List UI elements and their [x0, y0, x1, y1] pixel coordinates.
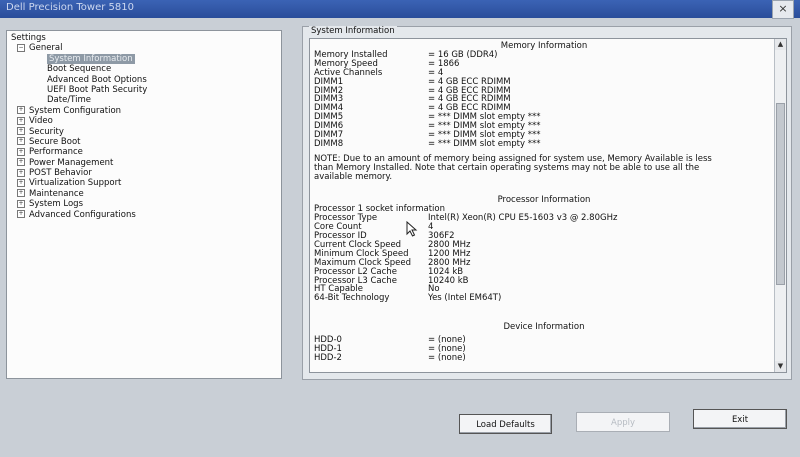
information-scroll-area[interactable]: Memory Information Memory Installed = 16 …: [309, 38, 787, 373]
device-row: HDD-0 = (none): [314, 336, 774, 345]
apply-button[interactable]: Apply: [576, 412, 670, 432]
sidebar-item-maintenance[interactable]: + Maintenance: [11, 189, 147, 199]
information-content: Memory Information Memory Installed = 16 …: [314, 42, 774, 363]
processor-row: Processor Type Intel(R) Xeon(R) CPU E5-16…: [314, 214, 774, 223]
sidebar-item-security[interactable]: + Security: [11, 127, 147, 137]
processor-row: 64-Bit Technology Yes (Intel EM64T): [314, 294, 774, 303]
processor-row: Processor L3 Cache 10240 kB: [314, 276, 774, 286]
window-title-bar: Dell Precision Tower 5810 ×: [0, 0, 800, 19]
memory-row: DIMM4 = 4 GB ECC RDIMM: [314, 104, 774, 113]
sidebar-item-label: Date/Time: [47, 95, 91, 106]
sidebar-item-label: Advanced Configurations: [29, 209, 136, 220]
memory-row: DIMM7 = *** DIMM slot empty ***: [314, 131, 774, 140]
memory-row: Memory Installed = 16 GB (DDR4): [314, 51, 774, 60]
processor-value: Yes (Intel EM64T): [428, 293, 502, 304]
sidebar-item-uefi-boot-path-security[interactable]: UEFI Boot Path Security: [11, 85, 147, 95]
settings-tree-panel: Settings − General System Information Boot S…: [6, 30, 282, 379]
expand-icon[interactable]: +: [17, 127, 25, 136]
sidebar-item-label: Settings: [11, 33, 46, 43]
device-row: HDD-2 = (none): [314, 354, 774, 363]
memory-row: DIMM6 = *** DIMM slot empty ***: [314, 122, 774, 131]
sidebar-item-label: General: [29, 43, 63, 54]
sidebar-item-settings[interactable]: Settings: [11, 33, 147, 43]
processor-label: 64-Bit Technology: [314, 293, 390, 304]
sidebar-item-label: Power Management: [29, 157, 114, 168]
sidebar-item-label: UEFI Boot Path Security: [47, 84, 148, 95]
vertical-scrollbar[interactable]: ▲ ▼: [774, 39, 786, 372]
scroll-up-icon[interactable]: ▲: [775, 39, 786, 50]
memory-row: DIMM1 = 4 GB ECC RDIMM: [314, 77, 774, 87]
sidebar-item-label: Advanced Boot Options: [47, 74, 147, 85]
memory-row: DIMM2 = 4 GB ECC RDIMM: [314, 86, 774, 96]
memory-note: NOTE: Due to an amount of memory being a…: [314, 153, 712, 183]
sidebar-item-label: Secure Boot: [29, 136, 81, 147]
memory-rows: Memory Installed = 16 GB (DDR4) Memory Spe…: [314, 51, 774, 149]
section-title: System Information: [309, 26, 397, 36]
memory-row: Active Channels = 4: [314, 68, 774, 78]
memory-row: DIMM3 = 4 GB ECC RDIMM: [314, 95, 774, 104]
sidebar-item-label: Virtualization Support: [29, 178, 122, 189]
sidebar-item-label: Performance: [29, 147, 83, 158]
memory-row: DIMM8 = *** DIMM slot empty ***: [314, 140, 774, 149]
scroll-down-icon[interactable]: ▼: [775, 361, 786, 372]
window-title: Dell Precision Tower 5810: [6, 2, 134, 13]
expand-icon[interactable]: +: [17, 116, 25, 125]
memory-label: DIMM8: [314, 138, 344, 149]
memory-row: Memory Speed = 1866: [314, 59, 774, 69]
processor-row: Core Count 4: [314, 223, 774, 232]
expand-icon[interactable]: +: [17, 137, 25, 146]
processor-rows: Processor Type Intel(R) Xeon(R) CPU E5-16…: [314, 214, 774, 303]
expand-icon[interactable]: +: [17, 210, 25, 219]
system-information-panel: System Information Memory Information Me…: [302, 26, 792, 380]
memory-value: = *** DIMM slot empty ***: [428, 138, 541, 149]
processor-value: Intel(R) Xeon(R) CPU E5-1603 v3 @ 2.80GH…: [428, 213, 618, 224]
sidebar-item-advanced-configurations[interactable]: + Advanced Configurations: [11, 210, 147, 220]
memory-row: DIMM5 = *** DIMM slot empty ***: [314, 113, 774, 122]
mouse-pointer-icon: [406, 221, 418, 237]
sidebar-item-date-time[interactable]: Date/Time: [11, 95, 147, 105]
sidebar-item-secure-boot[interactable]: + Secure Boot: [11, 137, 147, 147]
device-information-heading: Device Information: [503, 322, 585, 333]
sidebar-item-label: Security: [29, 126, 64, 137]
expand-icon[interactable]: +: [17, 147, 25, 156]
device-value: = (none): [428, 352, 466, 363]
sidebar-item-label: Maintenance: [29, 188, 84, 199]
sidebar-item-label: System Logs: [29, 199, 84, 210]
load-defaults-button[interactable]: Load Defaults: [459, 414, 552, 434]
collapse-icon[interactable]: −: [17, 43, 25, 52]
close-icon[interactable]: ×: [772, 0, 794, 19]
sidebar-item-power-management[interactable]: + Power Management: [11, 158, 147, 168]
sidebar-item-post-behavior[interactable]: + POST Behavior: [11, 168, 147, 178]
sidebar-item-label: POST Behavior: [29, 168, 92, 179]
sidebar-item-system-information[interactable]: System Information: [11, 53, 147, 64]
sidebar-item-system-logs[interactable]: + System Logs: [11, 199, 147, 209]
device-label: HDD-2: [314, 352, 342, 363]
expand-icon[interactable]: +: [17, 168, 25, 177]
expand-icon[interactable]: +: [17, 199, 25, 208]
sidebar-item-performance[interactable]: + Performance: [11, 147, 147, 157]
expand-icon[interactable]: +: [17, 106, 25, 115]
device-row: HDD-1 = (none): [314, 345, 774, 354]
sidebar-item-virtualization-support[interactable]: + Virtualization Support: [11, 178, 147, 188]
sidebar-item-label: Boot Sequence: [47, 64, 112, 75]
expand-icon[interactable]: +: [17, 158, 25, 167]
sidebar-item-system-configuration[interactable]: + System Configuration: [11, 106, 147, 116]
sidebar-item-label: System Configuration: [29, 105, 122, 116]
expand-icon[interactable]: +: [17, 189, 25, 198]
exit-button[interactable]: Exit: [693, 409, 787, 429]
device-rows: HDD-0 = (none) HDD-1 = (none) HDD-2 = (none): [314, 336, 774, 363]
sidebar-item-video[interactable]: + Video: [11, 116, 147, 126]
settings-tree: Settings − General System Information Boot S…: [11, 33, 147, 220]
sidebar-item-advanced-boot-options[interactable]: Advanced Boot Options: [11, 75, 147, 85]
scroll-thumb[interactable]: [776, 103, 785, 285]
sidebar-item-label: System Information: [47, 53, 135, 64]
expand-icon[interactable]: +: [17, 178, 25, 187]
sidebar-item-label: Video: [29, 116, 53, 127]
sidebar-item-general[interactable]: − General: [11, 43, 147, 53]
sidebar-item-boot-sequence[interactable]: Boot Sequence: [11, 64, 147, 74]
